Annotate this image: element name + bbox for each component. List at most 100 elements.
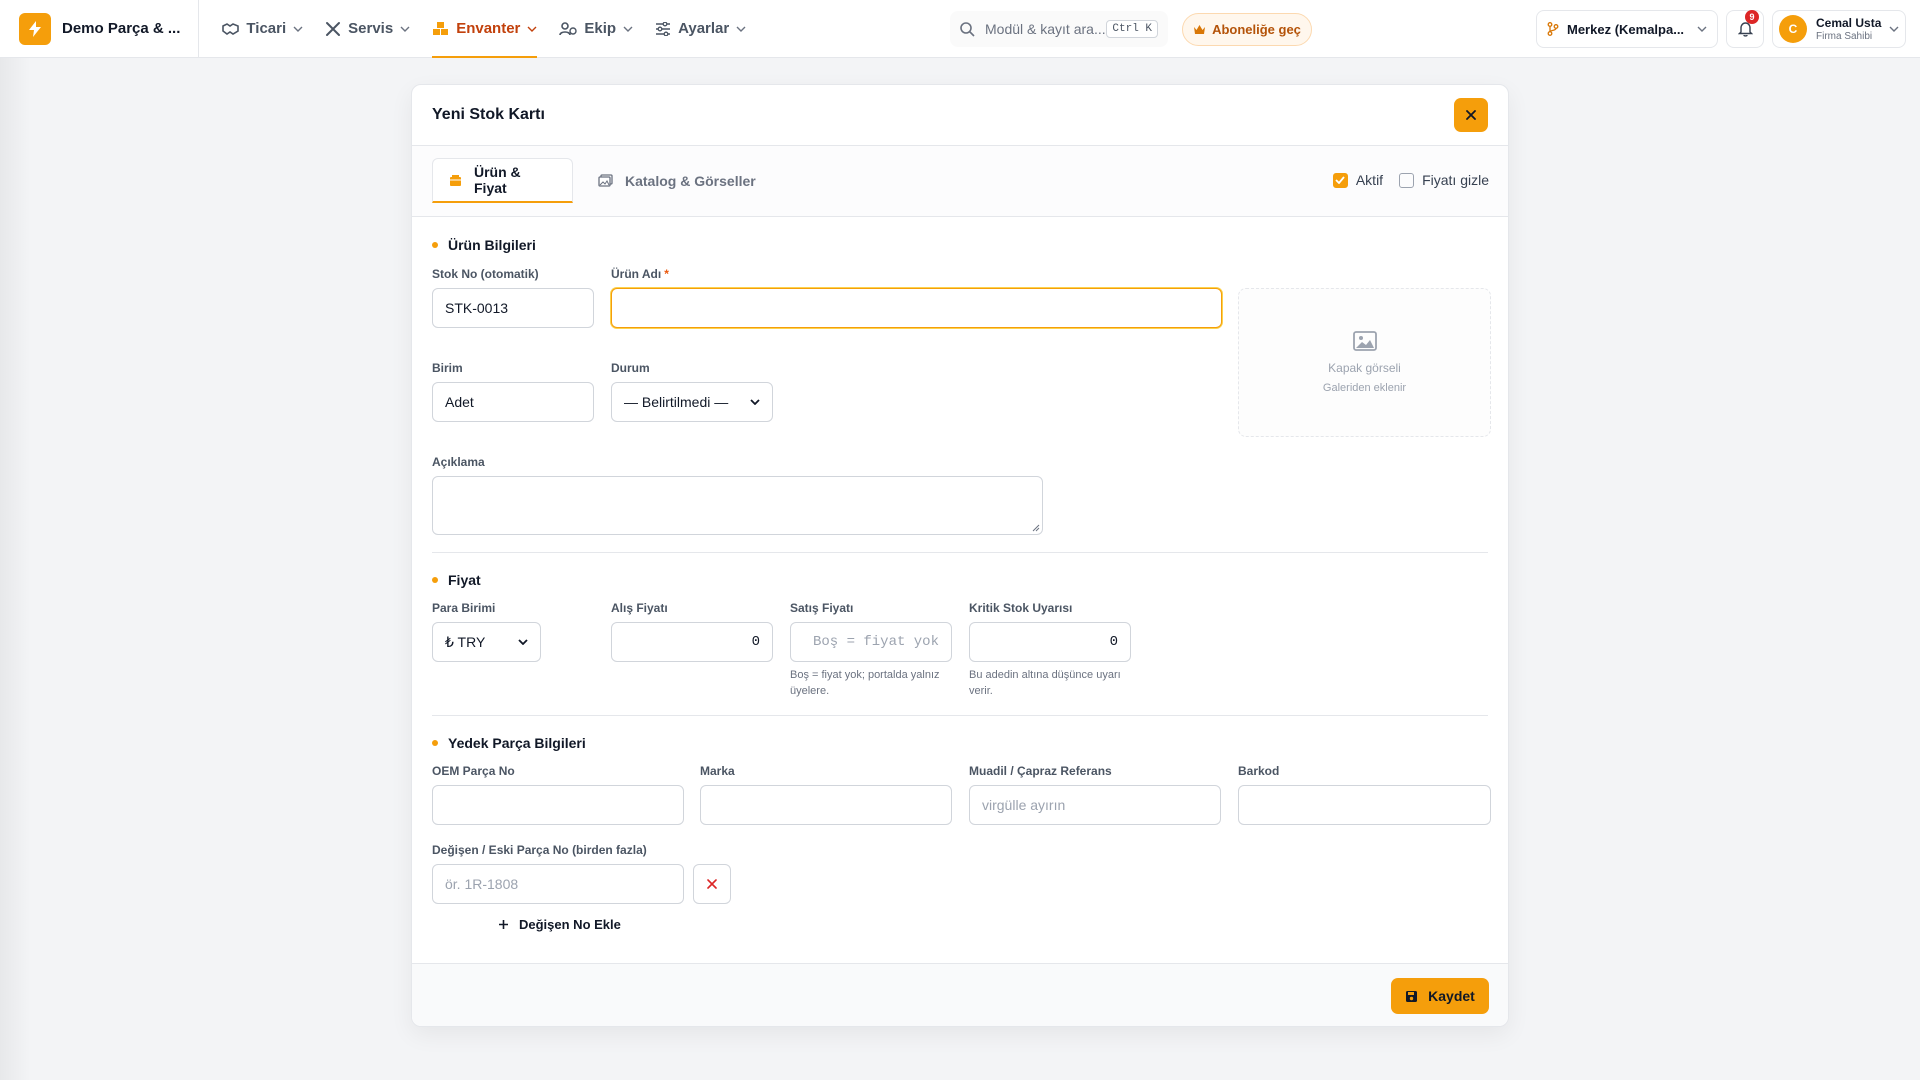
changed-part-input[interactable]: ör. 1R-1808: [432, 864, 684, 904]
changed-part-label: Değişen / Eski Parça No (birden fazla): [432, 843, 647, 857]
close-icon: [1466, 110, 1476, 120]
description-label: Açıklama: [432, 455, 485, 469]
chevron-down-icon: [1697, 26, 1707, 32]
subscribe-label: Aboneliğe geç: [1212, 22, 1301, 37]
modal-header: Yeni Stok Kartı: [412, 85, 1508, 146]
modal-footer: Kaydet: [412, 963, 1508, 1026]
user-menu[interactable]: C Cemal Usta Firma Sahibi: [1772, 10, 1906, 48]
chevron-down-icon: [527, 26, 537, 32]
brand-input[interactable]: [700, 785, 952, 825]
oem-input[interactable]: [432, 785, 684, 825]
new-stock-modal: Yeni Stok Kartı Ürün & Fiyat Katalog & G…: [411, 84, 1509, 1027]
top-navbar: Demo Parça & ... Ticari Servis Envanter: [0, 0, 1920, 58]
purchase-price-input[interactable]: 0: [611, 622, 773, 662]
branch-icon: [1547, 22, 1559, 36]
currency-label: Para Birimi: [432, 601, 496, 615]
required-mark: *: [664, 267, 669, 281]
remove-changed-part-button[interactable]: [693, 864, 731, 904]
nav-item-ticari[interactable]: Ticari: [213, 0, 312, 58]
stock-no-field[interactable]: STK-0013: [432, 288, 594, 328]
tab-label: Katalog & Görseller: [625, 172, 756, 189]
currency-select[interactable]: ₺ TRY: [432, 622, 541, 662]
brand-label: Marka: [700, 764, 735, 778]
close-icon: [707, 879, 717, 889]
sliders-icon: [655, 21, 671, 36]
add-changed-part-button[interactable]: Değişen No Ekle: [498, 917, 621, 932]
notifications-button[interactable]: 9: [1726, 10, 1764, 48]
section-title-product: Ürün Bilgileri: [432, 237, 536, 253]
images-icon: [598, 174, 613, 187]
brand-name: Demo Parça & ...: [62, 20, 181, 37]
oem-label: OEM Parça No: [432, 764, 515, 778]
nav-label: Servis: [348, 20, 394, 37]
cross-ref-input[interactable]: virgülle ayırın: [969, 785, 1221, 825]
critical-stock-label: Kritik Stok Uyarısı: [969, 601, 1073, 615]
section-divider: [432, 552, 1488, 553]
critical-stock-input[interactable]: 0: [969, 622, 1131, 662]
chevron-down-icon: [750, 399, 760, 405]
nav-label: Ticari: [246, 20, 287, 37]
sale-price-hint: Boş = fiyat yok; portalda yalnız üyelere…: [790, 669, 940, 697]
nav-item-ekip[interactable]: Ekip: [550, 0, 642, 58]
tab-label: Ürün & Fiyat: [474, 164, 521, 196]
hide-price-checkbox[interactable]: Fiyatı gizle: [1399, 172, 1489, 188]
status-label: Durum: [611, 361, 650, 375]
nav-item-ayarlar[interactable]: Ayarlar: [646, 0, 755, 58]
box-icon: [449, 174, 462, 187]
checkbox-box[interactable]: [1399, 172, 1415, 188]
chevron-down-icon: [1889, 26, 1899, 32]
avatar: C: [1779, 15, 1807, 43]
save-button[interactable]: Kaydet: [1391, 978, 1489, 1014]
brand[interactable]: Demo Parça & ...: [19, 0, 200, 58]
barcode-input[interactable]: [1238, 785, 1491, 825]
nav-item-servis[interactable]: Servis: [316, 0, 419, 58]
barcode-label: Barkod: [1238, 764, 1280, 778]
nav-label: Ekip: [584, 20, 617, 37]
handshake-icon: [222, 22, 240, 36]
boxes-icon: [432, 21, 449, 36]
section-divider: [432, 715, 1488, 716]
nav-label: Envanter: [456, 20, 521, 37]
subscribe-button[interactable]: Aboneliğe geç: [1182, 13, 1312, 46]
product-name-input[interactable]: [611, 288, 1222, 328]
nav-item-envanter[interactable]: Envanter: [423, 0, 546, 58]
tab-product-price[interactable]: Ürün & Fiyat: [432, 158, 573, 203]
modal-title: Yeni Stok Kartı: [432, 106, 545, 123]
chevron-down-icon: [736, 26, 746, 32]
active-label: Aktif: [1355, 172, 1384, 188]
floppy-disk-icon: [1405, 990, 1418, 1003]
search-shortcut: Ctrl K: [1106, 20, 1158, 38]
notification-count-badge: 9: [1745, 10, 1759, 24]
nav-label: Ayarlar: [678, 20, 730, 37]
product-name-label: Ürün Adı *: [611, 267, 669, 281]
unit-input[interactable]: Adet: [432, 382, 594, 422]
active-checkbox[interactable]: Aktif: [1332, 172, 1384, 188]
cover-subtitle: Galeriden eklenir: [1322, 382, 1407, 394]
unit-label: Birim: [432, 361, 463, 375]
purchase-price-label: Alış Fiyatı: [611, 601, 668, 615]
branch-selector[interactable]: Merkez (Kemalpa...: [1536, 10, 1718, 48]
chevron-down-icon: [400, 26, 410, 32]
checkbox-box[interactable]: [1332, 172, 1348, 188]
branch-label: Merkez (Kemalpa...: [1567, 21, 1685, 37]
chevron-down-icon: [293, 26, 303, 32]
sidebar-shadow: [0, 58, 30, 1080]
cover-image-placeholder[interactable]: Kapak görseli Galeriden eklenir: [1238, 288, 1491, 437]
section-title-parts: Yedek Parça Bilgileri: [432, 735, 586, 751]
main-nav: Ticari Servis Envanter Ekip Ayarlar: [213, 0, 755, 58]
description-textarea[interactable]: [432, 476, 1043, 535]
status-select[interactable]: — Belirtilmedi —: [611, 382, 773, 422]
cross-ref-label: Muadil / Çapraz Referans: [969, 764, 1112, 778]
user-name: Cemal Usta: [1816, 16, 1882, 30]
sale-price-label: Satış Fiyatı: [790, 601, 854, 615]
stock-no-label: Stok No (otomatik): [432, 267, 539, 281]
resize-handle-icon[interactable]: [1032, 524, 1040, 532]
close-button[interactable]: [1454, 98, 1488, 132]
modal-tabs: Ürün & Fiyat Katalog & Görseller Aktif F…: [412, 146, 1508, 217]
sale-price-input[interactable]: Boş = fiyat yok: [790, 622, 952, 662]
plus-icon: [498, 919, 509, 930]
chevron-down-icon: [518, 639, 528, 645]
tab-catalog-images[interactable]: Katalog & Görseller: [582, 158, 772, 203]
search-placeholder: Modül & kayıt ara...: [985, 21, 1106, 37]
global-search[interactable]: Modül & kayıt ara... Ctrl K: [950, 11, 1168, 47]
